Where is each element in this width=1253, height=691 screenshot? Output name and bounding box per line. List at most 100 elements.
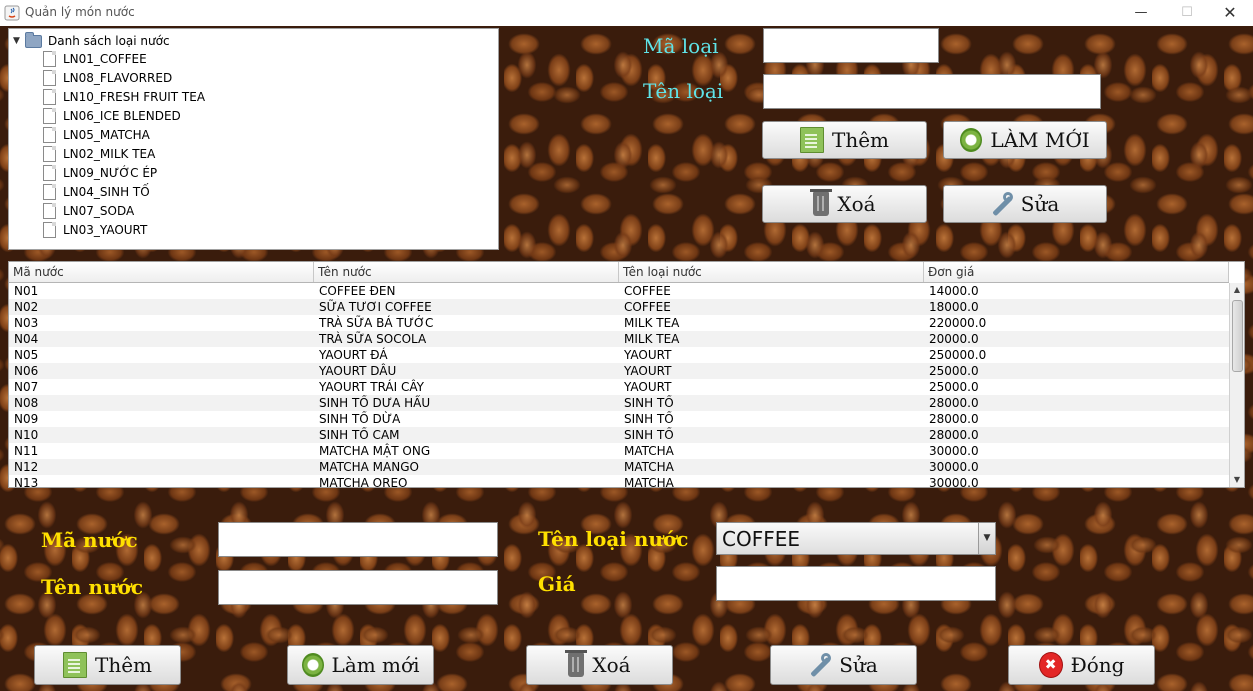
column-header-ma-nuoc[interactable]: Mã nước bbox=[9, 262, 314, 282]
cell-ten-nuoc: SINH TỐ CAM bbox=[319, 428, 400, 442]
cell-ma-nuoc: N11 bbox=[14, 444, 39, 458]
table-row[interactable]: N09 SINH TỐ DỪA SINH TỐ 28000.0 bbox=[9, 411, 1229, 427]
delete-drink-label: Xoá bbox=[592, 653, 631, 677]
file-icon bbox=[43, 146, 56, 162]
tree-item-label: LN03_YAOURT bbox=[63, 223, 148, 237]
table-row[interactable]: N01 COFFEE ĐEN COFFEE 14000.0 bbox=[9, 283, 1229, 299]
loai-nuoc-combobox[interactable]: COFFEE ▼ bbox=[716, 522, 996, 555]
cell-ma-nuoc: N05 bbox=[14, 348, 39, 362]
tree-item[interactable]: LN07_SODA bbox=[43, 202, 134, 220]
table-row[interactable]: N03 TRÀ SỮA BÁ TƯỚC MILK TEA 220000.0 bbox=[9, 315, 1229, 331]
tree-item[interactable]: LN03_YAOURT bbox=[43, 221, 147, 239]
java-app-icon bbox=[4, 5, 20, 21]
tree-item[interactable]: LN10_FRESH FRUIT TEA bbox=[43, 88, 205, 106]
table-scrollbar[interactable]: ▲ ▼ bbox=[1229, 283, 1244, 487]
refresh-drink-button[interactable]: Làm mới bbox=[287, 645, 434, 685]
cell-ten-nuoc: MATCHA MANGO bbox=[319, 460, 419, 474]
close-window-button[interactable]: ✕ bbox=[1207, 0, 1253, 26]
close-label: Đóng bbox=[1070, 653, 1125, 677]
cell-ma-nuoc: N07 bbox=[14, 380, 39, 394]
ma-loai-input[interactable] bbox=[763, 28, 939, 63]
refresh-category-button[interactable]: LÀM MỚI bbox=[943, 121, 1107, 159]
tree-item[interactable]: LN04_SINH TỐ bbox=[43, 183, 150, 201]
ten-loai-nuoc-label: Tên loại nước bbox=[538, 527, 689, 551]
cell-ten-loai: YAOURT bbox=[624, 380, 672, 394]
table-row[interactable]: N06 YAOURT DÂU YAOURT 25000.0 bbox=[9, 363, 1229, 379]
tree-root-label: Danh sách loại nước bbox=[48, 34, 170, 48]
table-row[interactable]: N11 MATCHA MẬT ONG MATCHA 30000.0 bbox=[9, 443, 1229, 459]
table-row[interactable]: N13 MATCHA OREO MATCHA 30000.0 bbox=[9, 475, 1229, 487]
edit-drink-button[interactable]: Sửa bbox=[770, 645, 917, 685]
add-category-button[interactable]: Thêm bbox=[762, 121, 927, 159]
tree-item-label: LN06_ICE BLENDED bbox=[63, 109, 181, 123]
cell-ma-nuoc: N09 bbox=[14, 412, 39, 426]
scroll-down-icon[interactable]: ▼ bbox=[1230, 473, 1244, 487]
document-icon bbox=[799, 127, 824, 153]
file-icon bbox=[43, 222, 56, 238]
tree-item[interactable]: LN05_MATCHA bbox=[43, 126, 150, 144]
tree-item[interactable]: LN06_ICE BLENDED bbox=[43, 107, 181, 125]
delete-category-label: Xoá bbox=[837, 192, 876, 216]
cell-ten-loai: MATCHA bbox=[624, 444, 674, 458]
delete-category-button[interactable]: Xoá bbox=[762, 185, 927, 223]
tree-item[interactable]: LN02_MILK TEA bbox=[43, 145, 155, 163]
maximize-button[interactable]: ☐ bbox=[1164, 0, 1210, 26]
table-row[interactable]: N08 SINH TỐ DƯA HẤU SINH TỐ 28000.0 bbox=[9, 395, 1229, 411]
add-category-label: Thêm bbox=[831, 128, 890, 152]
cell-ma-nuoc: N06 bbox=[14, 364, 39, 378]
drinks-table[interactable]: Mã nước Tên nước Tên loại nước Đơn giá N… bbox=[8, 261, 1245, 488]
category-tree[interactable]: ▼ Danh sách loại nước LN01_COFFEE LN08_F… bbox=[8, 28, 499, 250]
cell-don-gia: 28000.0 bbox=[929, 428, 979, 442]
table-row[interactable]: N02 SỮA TƯƠI COFFEE COFFEE 18000.0 bbox=[9, 299, 1229, 315]
scroll-up-icon[interactable]: ▲ bbox=[1230, 283, 1244, 297]
table-row[interactable]: N04 TRÀ SỮA SOCOLA MILK TEA 20000.0 bbox=[9, 331, 1229, 347]
dropdown-arrow-icon[interactable]: ▼ bbox=[978, 523, 995, 554]
column-header-don-gia[interactable]: Đơn giá bbox=[924, 262, 1229, 282]
gia-input[interactable] bbox=[716, 566, 996, 601]
file-icon bbox=[43, 108, 56, 124]
ten-nuoc-input[interactable] bbox=[218, 570, 498, 605]
cell-ten-loai: SINH TỐ bbox=[624, 428, 674, 442]
document-icon bbox=[62, 652, 87, 678]
title-bar: Quản lý món nước — ☐ ✕ bbox=[0, 0, 1253, 27]
cell-don-gia: 20000.0 bbox=[929, 332, 979, 346]
edit-category-button[interactable]: Sửa bbox=[943, 185, 1107, 223]
scroll-thumb[interactable] bbox=[1232, 300, 1243, 372]
cell-ten-nuoc: TRÀ SỮA SOCOLA bbox=[319, 332, 427, 346]
tree-root[interactable]: ▼ Danh sách loại nước bbox=[13, 31, 170, 49]
tree-item-label: LN01_COFFEE bbox=[63, 52, 147, 66]
cell-ten-nuoc: COFFEE ĐEN bbox=[319, 284, 396, 298]
minimize-button[interactable]: — bbox=[1118, 0, 1164, 26]
delete-drink-button[interactable]: Xoá bbox=[526, 645, 673, 685]
folder-icon bbox=[25, 31, 42, 48]
ma-nuoc-input[interactable] bbox=[218, 522, 498, 557]
table-row[interactable]: N10 SINH TỐ CAM SINH TỐ 28000.0 bbox=[9, 427, 1229, 443]
tree-collapse-icon[interactable]: ▼ bbox=[13, 36, 25, 46]
tree-item-label: LN07_SODA bbox=[63, 204, 135, 218]
tree-item[interactable]: LN01_COFFEE bbox=[43, 50, 147, 68]
cell-don-gia: 25000.0 bbox=[929, 380, 979, 394]
column-header-ten-nuoc[interactable]: Tên nước bbox=[314, 262, 619, 282]
tree-item[interactable]: LN08_FLAVORRED bbox=[43, 69, 172, 87]
tree-item-label: LN10_FRESH FRUIT TEA bbox=[63, 90, 206, 104]
close-button[interactable]: Đóng bbox=[1008, 645, 1155, 685]
table-body: N01 COFFEE ĐEN COFFEE 14000.0 N02 SỮA TƯƠI C… bbox=[9, 283, 1229, 487]
ten-nuoc-label: Tên nước bbox=[41, 575, 144, 599]
ten-loai-label: Tên loại bbox=[643, 79, 724, 103]
refresh-icon bbox=[960, 128, 983, 152]
cell-don-gia: 30000.0 bbox=[929, 460, 979, 474]
column-header-ten-loai[interactable]: Tên loại nước bbox=[619, 262, 924, 282]
table-row[interactable]: N12 MATCHA MANGO MATCHA 30000.0 bbox=[9, 459, 1229, 475]
gia-label: Giá bbox=[538, 572, 576, 596]
table-row[interactable]: N05 YAOURT ĐÁ YAOURT 250000.0 bbox=[9, 347, 1229, 363]
ten-loai-input[interactable] bbox=[763, 74, 1101, 109]
refresh-icon bbox=[301, 653, 324, 677]
cell-ten-loai: COFFEE bbox=[624, 284, 671, 298]
tree-item-label: LN05_MATCHA bbox=[63, 128, 150, 142]
tree-item[interactable]: LN09_NƯỚC ÉP bbox=[43, 164, 157, 182]
add-drink-button[interactable]: Thêm bbox=[34, 645, 181, 685]
cell-ten-loai: SINH TỐ bbox=[624, 396, 674, 410]
file-icon bbox=[43, 127, 56, 143]
table-row[interactable]: N07 YAOURT TRÁI CÂY YAOURT 25000.0 bbox=[9, 379, 1229, 395]
add-drink-label: Thêm bbox=[94, 653, 153, 677]
